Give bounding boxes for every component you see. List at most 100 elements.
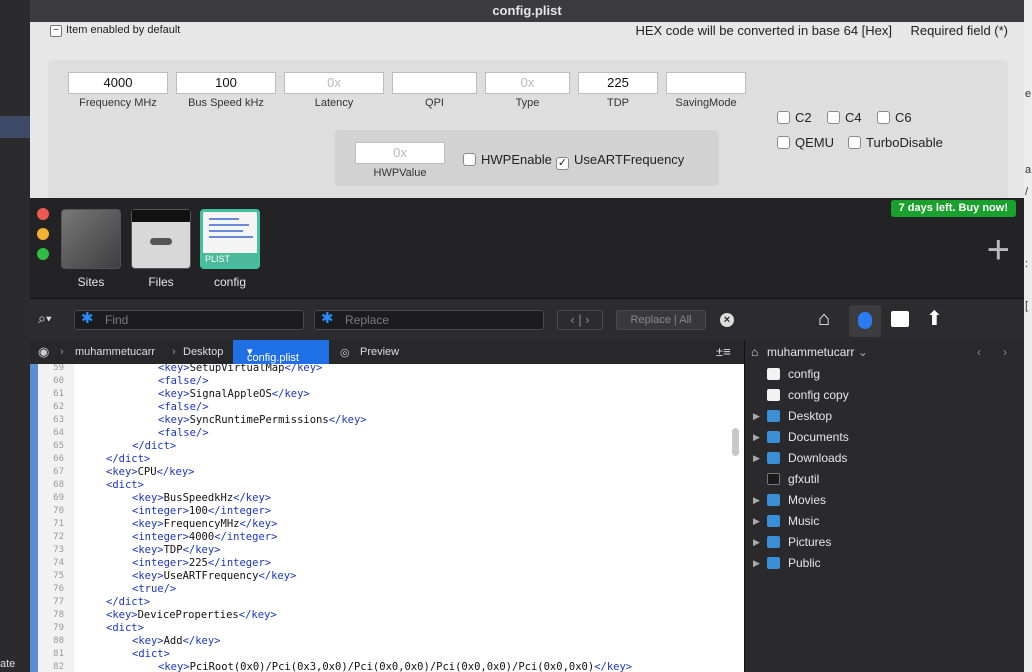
replace-buttons[interactable]: Replace | All xyxy=(616,310,706,330)
zoom-window-button[interactable] xyxy=(37,248,49,260)
window-title: config.plist xyxy=(30,0,1024,22)
eye-icon: ◎ xyxy=(340,347,350,359)
qemu-checkbox[interactable]: QEMU xyxy=(777,135,834,150)
close-window-button[interactable] xyxy=(37,208,49,220)
checkbox-box xyxy=(827,111,840,124)
disclosure-icon[interactable]: ▶ xyxy=(753,448,760,469)
file-item[interactable]: ▶ Downloads xyxy=(745,448,1025,469)
file-item[interactable]: ▶ Desktop xyxy=(745,406,1025,427)
file-item[interactable]: config xyxy=(745,364,1025,385)
breadcrumb-folder[interactable]: Desktop xyxy=(183,346,223,358)
trial-buy-button[interactable]: 7 days left. Buy now! xyxy=(890,200,1016,217)
code-line: <key>UseARTFrequency</key> xyxy=(132,570,297,582)
preview-toggle[interactable]: Preview xyxy=(360,346,399,358)
sidebar-tab-active[interactable] xyxy=(849,305,881,337)
checkmark-icon: ✓ xyxy=(556,157,569,170)
frequency-input[interactable]: 4000 xyxy=(68,72,168,94)
line-number: 77 xyxy=(53,597,64,607)
code-line: <key>SignalAppleOS</key> xyxy=(158,388,310,400)
line-number: 66 xyxy=(53,454,64,464)
close-find-icon[interactable]: × xyxy=(720,313,734,327)
code-line: <dict> xyxy=(132,648,170,660)
c6-checkbox[interactable]: C6 xyxy=(877,110,912,125)
file-browser-location[interactable]: ⌂ muhammetucarr ⌄ ‹ › xyxy=(745,340,1024,364)
line-number: 69 xyxy=(53,493,64,503)
item-enabled-checkbox[interactable]: − xyxy=(50,25,62,37)
qpi-input[interactable] xyxy=(392,72,477,94)
hwp-value-input[interactable]: 0x xyxy=(355,142,445,164)
code-editor[interactable]: 59 60 61 62 63 64 65 66 67 68 69 70 71 72 73 74 75 76 77 78… xyxy=(30,364,744,672)
code-line: <key>BusSpeedkHz</key> xyxy=(132,492,272,504)
folder-icon xyxy=(767,431,780,443)
folder-icon xyxy=(767,515,780,527)
nav-circle-icon[interactable]: ◉ xyxy=(38,344,49,360)
config-window: config.plist − Item enabled by default H… xyxy=(30,0,1024,200)
chevron-right-icon: › xyxy=(60,346,64,358)
file-item[interactable]: config copy xyxy=(745,385,1025,406)
use-art-frequency-checkbox[interactable]: ✓ UseARTFrequency xyxy=(556,152,684,170)
disclosure-icon[interactable]: ▶ xyxy=(753,427,760,448)
breadcrumb-user[interactable]: muhammetucarr xyxy=(75,346,155,358)
file-item[interactable]: ▶ Public xyxy=(745,553,1025,574)
upload-icon[interactable]: ⬆ xyxy=(926,306,943,331)
find-replace-toolbar: ⌕▾ ✱ Find ✱ Replace ‹ | › Replace | All … xyxy=(30,298,744,340)
bus-speed-field-group: 100 Bus Speed kHz xyxy=(176,72,276,109)
file-item[interactable]: ▶ Pictures xyxy=(745,532,1025,553)
disclosure-icon[interactable]: ▶ xyxy=(753,511,760,532)
editor-scrollbar[interactable] xyxy=(732,428,739,456)
code-line: <key>CPU</key> xyxy=(106,466,195,478)
back-icon[interactable]: ‹ xyxy=(977,340,981,364)
c2-checkbox[interactable]: C2 xyxy=(777,110,812,125)
hex-note: HEX code will be converted in base 64 [H… xyxy=(635,23,892,38)
disclosure-icon[interactable]: ▶ xyxy=(753,406,760,427)
home-icon[interactable]: ⌂ xyxy=(818,308,830,331)
replace-input[interactable]: ✱ Replace xyxy=(314,310,544,330)
file-item-name: gfxutil xyxy=(788,472,820,486)
file-item-name: Downloads xyxy=(788,451,848,465)
tdp-input[interactable]: 225 xyxy=(578,72,658,94)
hwp-enable-checkbox[interactable]: HWPEnable xyxy=(463,152,552,167)
find-prev-next-buttons[interactable]: ‹ | › xyxy=(557,310,603,330)
disclosure-icon[interactable]: ▶ xyxy=(753,553,760,574)
minimize-window-button[interactable] xyxy=(37,228,49,240)
type-input[interactable]: 0x xyxy=(485,72,570,94)
find-input[interactable]: ✱ Find xyxy=(74,310,304,330)
line-number: 68 xyxy=(53,480,64,490)
notes-icon[interactable] xyxy=(891,311,909,327)
search-icon[interactable]: ⌕▾ xyxy=(38,310,52,327)
line-number: 71 xyxy=(53,519,64,529)
home-icon: ⌂ xyxy=(751,345,759,359)
turbo-disable-checkbox[interactable]: TurboDisable xyxy=(848,135,943,150)
saving-mode-input[interactable] xyxy=(666,72,746,94)
tab-files[interactable]: Files xyxy=(131,209,191,289)
sidebar-toolbar: ⌂ ⬆ xyxy=(744,298,1024,340)
new-tab-button[interactable]: + xyxy=(987,230,1010,270)
file-item[interactable]: gfxutil xyxy=(745,469,1025,490)
tab-config[interactable]: PLIST config xyxy=(200,209,260,289)
file-item[interactable]: ▶ Music xyxy=(745,511,1025,532)
disclosure-icon[interactable]: ▶ xyxy=(753,490,760,511)
qpi-caption: QPI xyxy=(425,97,444,109)
line-number: 76 xyxy=(53,584,64,594)
latency-field-group: 0x Latency xyxy=(284,72,384,109)
breadcrumb-file[interactable]: config.plist ▾ xyxy=(233,340,329,364)
file-item[interactable]: ▶ Movies xyxy=(745,490,1025,511)
regex-icon: ✱ xyxy=(81,310,94,327)
places-icon xyxy=(858,312,872,329)
bus-speed-input[interactable]: 100 xyxy=(176,72,276,94)
c4-checkbox[interactable]: C4 xyxy=(827,110,862,125)
code-line: <key>TDP</key> xyxy=(132,544,221,556)
cpu-settings-panel: 4000 Frequency MHz 100 Bus Speed kHz 0x … xyxy=(48,60,1008,200)
file-item[interactable]: ▶ Documents xyxy=(745,427,1025,448)
type-field-group: 0x Type xyxy=(485,72,570,109)
forward-icon[interactable]: › xyxy=(1003,340,1007,364)
code-line: <false/> xyxy=(158,401,209,413)
latency-input[interactable]: 0x xyxy=(284,72,384,94)
split-view-icon[interactable]: ±≡ xyxy=(716,344,731,359)
saving-mode-caption: SavingMode xyxy=(675,97,737,109)
chevron-right-icon: › xyxy=(172,346,176,358)
file-item-name: Movies xyxy=(788,493,827,507)
disclosure-icon[interactable]: ▶ xyxy=(753,532,760,553)
tab-sites[interactable]: Sites xyxy=(61,209,121,289)
regex-icon: ✱ xyxy=(321,310,334,327)
